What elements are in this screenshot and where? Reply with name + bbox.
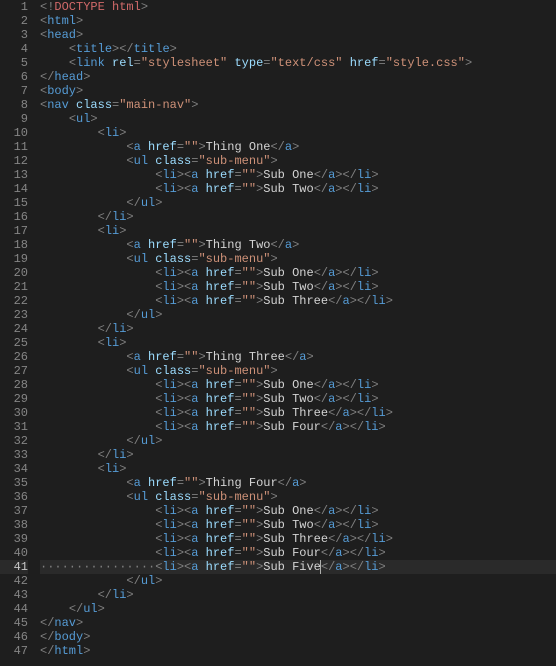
code-line[interactable]: <li><a href="">Sub Two</a></li>: [40, 392, 556, 406]
line-number: 45: [0, 616, 28, 630]
line-number: 34: [0, 462, 28, 476]
line-number: 43: [0, 588, 28, 602]
line-number: 1: [0, 0, 28, 14]
code-line[interactable]: <ul>: [40, 112, 556, 126]
line-number: 11: [0, 140, 28, 154]
line-number: 4: [0, 42, 28, 56]
code-line[interactable]: <li>: [40, 126, 556, 140]
code-line[interactable]: <li>: [40, 336, 556, 350]
code-line[interactable]: </li>: [40, 322, 556, 336]
code-line[interactable]: <li><a href="">Sub One</a></li>: [40, 168, 556, 182]
code-line[interactable]: <!DOCTYPE html>: [40, 0, 556, 14]
code-line[interactable]: <li><a href="">Sub Four</a></li>: [40, 546, 556, 560]
line-number: 22: [0, 294, 28, 308]
code-line[interactable]: <html>: [40, 14, 556, 28]
line-number: 10: [0, 126, 28, 140]
line-number: 24: [0, 322, 28, 336]
code-line[interactable]: <li><a href="">Sub Two</a></li>: [40, 280, 556, 294]
line-number: 32: [0, 434, 28, 448]
line-number: 12: [0, 154, 28, 168]
code-line[interactable]: <li><a href="">Sub Three</a></li>: [40, 294, 556, 308]
line-number: 3: [0, 28, 28, 42]
code-line[interactable]: <li>: [40, 462, 556, 476]
code-editor[interactable]: 1234567891011121314151617181920212223242…: [0, 0, 556, 666]
line-number: 20: [0, 266, 28, 280]
code-line[interactable]: <li><a href="">Sub One</a></li>: [40, 504, 556, 518]
code-line[interactable]: <li><a href="">Sub Four</a></li>: [40, 420, 556, 434]
line-number: 6: [0, 70, 28, 84]
line-number: 14: [0, 182, 28, 196]
code-line[interactable]: <ul class="sub-menu">: [40, 490, 556, 504]
code-line[interactable]: <body>: [40, 84, 556, 98]
code-line[interactable]: </ul>: [40, 434, 556, 448]
line-number: 17: [0, 224, 28, 238]
code-line[interactable]: <ul class="sub-menu">: [40, 252, 556, 266]
line-number: 5: [0, 56, 28, 70]
code-area[interactable]: <!DOCTYPE html><html><head> <title></tit…: [36, 0, 556, 666]
code-line[interactable]: <li><a href="">Sub One</a></li>: [40, 378, 556, 392]
line-number: 19: [0, 252, 28, 266]
code-line[interactable]: </ul>: [40, 196, 556, 210]
line-number: 38: [0, 518, 28, 532]
line-number: 7: [0, 84, 28, 98]
line-number: 33: [0, 448, 28, 462]
code-line[interactable]: <head>: [40, 28, 556, 42]
line-number: 46: [0, 630, 28, 644]
code-line[interactable]: <ul class="sub-menu">: [40, 154, 556, 168]
line-number: 36: [0, 490, 28, 504]
line-number: 29: [0, 392, 28, 406]
line-number: 30: [0, 406, 28, 420]
line-number: 8: [0, 98, 28, 112]
line-number: 13: [0, 168, 28, 182]
code-line[interactable]: <link rel="stylesheet" type="text/css" h…: [40, 56, 556, 70]
code-line[interactable]: </ul>: [40, 574, 556, 588]
code-line[interactable]: <nav class="main-nav">: [40, 98, 556, 112]
code-line[interactable]: <ul class="sub-menu">: [40, 364, 556, 378]
code-line[interactable]: <li><a href="">Sub Two</a></li>: [40, 182, 556, 196]
code-line[interactable]: </nav>: [40, 616, 556, 630]
line-number: 27: [0, 364, 28, 378]
line-number: 26: [0, 350, 28, 364]
line-number: 37: [0, 504, 28, 518]
code-line[interactable]: <a href="">Thing Four</a>: [40, 476, 556, 490]
code-line[interactable]: </body>: [40, 630, 556, 644]
code-line[interactable]: <a href="">Thing Three</a>: [40, 350, 556, 364]
code-line[interactable]: ················<li><a href="">Sub Five<…: [40, 560, 556, 574]
line-number: 28: [0, 378, 28, 392]
code-line[interactable]: <a href="">Thing Two</a>: [40, 238, 556, 252]
code-line[interactable]: <li><a href="">Sub Three</a></li>: [40, 532, 556, 546]
line-number: 31: [0, 420, 28, 434]
code-line[interactable]: </head>: [40, 70, 556, 84]
line-number: 44: [0, 602, 28, 616]
line-number: 42: [0, 574, 28, 588]
line-number: 21: [0, 280, 28, 294]
code-line[interactable]: </ul>: [40, 602, 556, 616]
line-number: 2: [0, 14, 28, 28]
line-number: 35: [0, 476, 28, 490]
code-line[interactable]: </li>: [40, 448, 556, 462]
code-line[interactable]: <li><a href="">Sub Two</a></li>: [40, 518, 556, 532]
line-number: 9: [0, 112, 28, 126]
line-number: 41: [0, 560, 28, 574]
line-number: 15: [0, 196, 28, 210]
line-number: 25: [0, 336, 28, 350]
code-line[interactable]: <li>: [40, 224, 556, 238]
code-line[interactable]: </html>: [40, 644, 556, 658]
line-gutter: 1234567891011121314151617181920212223242…: [0, 0, 36, 666]
code-line[interactable]: <a href="">Thing One</a>: [40, 140, 556, 154]
code-line[interactable]: <li><a href="">Sub Three</a></li>: [40, 406, 556, 420]
line-number: 23: [0, 308, 28, 322]
code-line[interactable]: <title></title>: [40, 42, 556, 56]
code-line[interactable]: </li>: [40, 588, 556, 602]
line-number: 40: [0, 546, 28, 560]
code-line[interactable]: </ul>: [40, 308, 556, 322]
line-number: 16: [0, 210, 28, 224]
code-line[interactable]: <li><a href="">Sub One</a></li>: [40, 266, 556, 280]
line-number: 39: [0, 532, 28, 546]
code-line[interactable]: </li>: [40, 210, 556, 224]
line-number: 47: [0, 644, 28, 658]
line-number: 18: [0, 238, 28, 252]
